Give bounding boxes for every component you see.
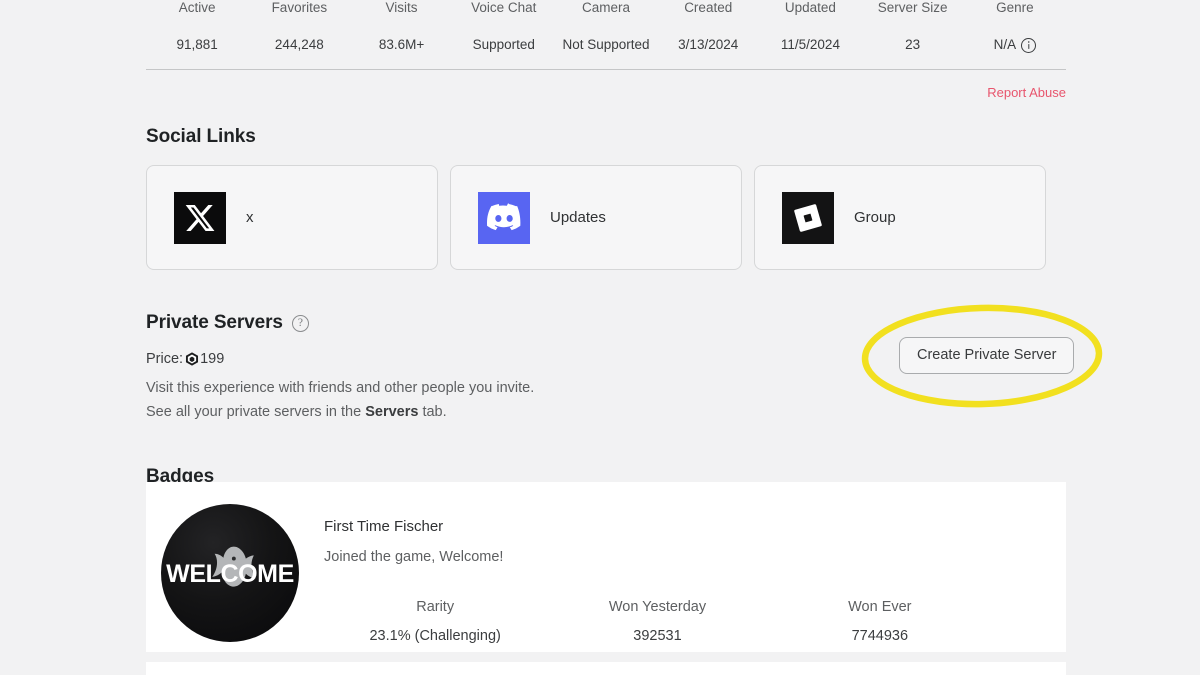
price-value: 199 (200, 351, 224, 367)
stat-camera: Camera Not Supported (555, 0, 657, 53)
stat-favorites: Favorites 244,248 (248, 0, 350, 53)
private-servers-title: Private Servers (146, 312, 283, 334)
social-card-label: x (246, 209, 254, 226)
badge-card-next (146, 662, 1066, 675)
create-private-server-button[interactable]: Create Private Server (899, 337, 1074, 374)
private-servers-description-line-1: Visit this experience with friends and o… (146, 376, 1066, 400)
stat-genre: Genre N/A (964, 0, 1066, 53)
badge-stat-value: 392531 (546, 627, 768, 645)
stat-value: 23 (862, 37, 964, 53)
price-label: Price: (146, 351, 183, 367)
roblox-logo-icon (782, 192, 834, 244)
stat-value: 3/13/2024 (657, 37, 759, 53)
stat-label: Genre (964, 0, 1066, 16)
social-card-group[interactable]: Group (754, 165, 1046, 270)
badge-stat-label: Won Ever (769, 598, 991, 616)
stat-value: 91,881 (146, 37, 248, 53)
stat-server-size: Server Size 23 (862, 0, 964, 53)
desc-post: tab. (418, 404, 446, 420)
badge-art-text: WELCOME (161, 560, 299, 589)
help-icon-glyph: ? (293, 315, 308, 332)
stat-label: Active (146, 0, 248, 16)
stat-label: Favorites (248, 0, 350, 16)
stat-updated: Updated 11/5/2024 (759, 0, 861, 53)
stat-voice-chat: Voice Chat Supported (453, 0, 555, 53)
stat-active: Active 91,881 (146, 0, 248, 53)
experience-stats-strip: Active 91,881 Favorites 244,248 Visits 8… (146, 0, 1066, 53)
badge-stat-value: 7744936 (769, 627, 991, 645)
stat-value: 83.6M+ (350, 37, 452, 53)
stat-visits: Visits 83.6M+ (350, 0, 452, 53)
discord-logo-icon (478, 192, 530, 244)
experience-details-page: Active 91,881 Favorites 244,248 Visits 8… (0, 0, 1200, 675)
info-icon[interactable] (1021, 38, 1036, 53)
stats-divider (146, 69, 1066, 70)
stat-value: Not Supported (555, 37, 657, 53)
badge-stat-rarity: Rarity 23.1% (Challenging) (324, 598, 546, 645)
social-links-row: x Updates (146, 165, 1066, 270)
report-abuse-row: Report Abuse (146, 84, 1066, 102)
stat-value: 244,248 (248, 37, 350, 53)
stat-label: Voice Chat (453, 0, 555, 16)
stat-label: Updated (759, 0, 861, 16)
badge-stat-won-yesterday: Won Yesterday 392531 (546, 598, 768, 645)
badge-image[interactable]: WELCOME (161, 504, 299, 642)
social-card-discord[interactable]: Updates (450, 165, 742, 270)
badge-stats-row: Rarity 23.1% (Challenging) Won Yesterday… (324, 598, 1066, 645)
stat-value: 11/5/2024 (759, 37, 861, 53)
stat-value: Supported (453, 37, 555, 53)
desc-pre: See all your private servers in the (146, 404, 365, 420)
badge-stat-value: 23.1% (Challenging) (324, 627, 546, 645)
badge-stat-label: Won Yesterday (546, 598, 768, 616)
robux-icon (185, 352, 199, 366)
badge-description: Joined the game, Welcome! (324, 548, 1066, 566)
report-abuse-link[interactable]: Report Abuse (987, 85, 1066, 100)
badge-name[interactable]: First Time Fischer (324, 518, 1066, 536)
main-content-column: Active 91,881 Favorites 244,248 Visits 8… (146, 0, 1066, 488)
private-servers-header: Private Servers ? (146, 312, 1066, 334)
stat-label: Server Size (862, 0, 964, 16)
stat-label: Created (657, 0, 759, 16)
social-card-label: Group (854, 209, 896, 226)
social-card-label: Updates (550, 209, 606, 226)
private-servers-description: Visit this experience with friends and o… (146, 376, 1066, 424)
stat-created: Created 3/13/2024 (657, 0, 759, 53)
badge-stat-won-ever: Won Ever 7744936 (769, 598, 991, 645)
x-logo-icon (174, 192, 226, 244)
private-servers-description-line-2: See all your private servers in the Serv… (146, 400, 1066, 424)
social-card-x[interactable]: x (146, 165, 438, 270)
stat-label: Camera (555, 0, 657, 16)
badge-card: WELCOME First Time Fischer Joined the ga… (146, 482, 1066, 652)
help-circle-icon[interactable]: ? (292, 315, 309, 332)
stat-value: N/A (964, 37, 1066, 53)
servers-tab-link[interactable]: Servers (365, 404, 418, 420)
badge-stat-label: Rarity (324, 598, 546, 616)
stat-value-text: N/A (994, 37, 1017, 53)
stat-label: Visits (350, 0, 452, 16)
social-links-title: Social Links (146, 126, 1066, 148)
badge-details: First Time Fischer Joined the game, Welc… (299, 504, 1066, 645)
badge-row: WELCOME First Time Fischer Joined the ga… (146, 504, 1066, 645)
